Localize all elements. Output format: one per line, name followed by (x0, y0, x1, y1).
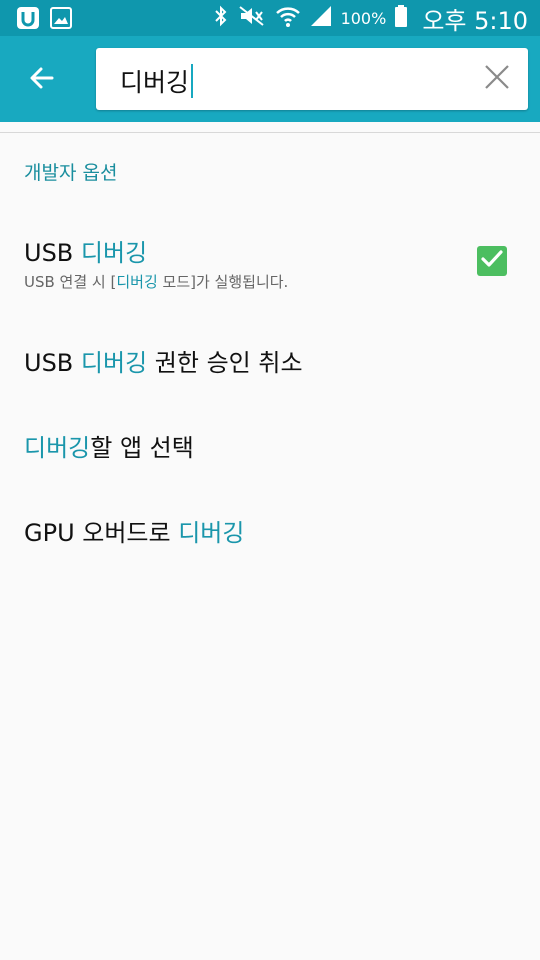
close-icon (484, 64, 510, 94)
text-caret (191, 64, 194, 98)
search-input[interactable]: 디버깅 (120, 58, 194, 104)
clear-search-button[interactable] (480, 62, 514, 96)
status-bar: 100% 오후 5:10 (0, 0, 540, 36)
search-input-value: 디버깅 (120, 68, 190, 97)
back-button[interactable] (20, 58, 64, 102)
app-u-icon (16, 6, 40, 34)
status-right: 100% 오후 5:10 (213, 0, 528, 36)
item-subtitle: USB 연결 시 [디버깅 모드]가 실행됩니다. (24, 273, 289, 291)
result-item-select-debug-app[interactable]: 디버깅할 앱 선택 (0, 410, 540, 480)
divider (0, 132, 540, 133)
battery-percent: 100% (340, 8, 387, 28)
arrow-left-icon (28, 64, 56, 96)
image-icon (50, 7, 72, 33)
battery-icon (394, 4, 408, 33)
usb-debugging-checkbox[interactable] (477, 246, 507, 276)
mute-icon (237, 4, 267, 33)
status-left (16, 6, 72, 34)
app-bar: 디버깅 (0, 36, 540, 122)
bluetooth-icon (213, 4, 229, 33)
result-item-usb-debugging[interactable]: USB 디버깅 USB 연결 시 [디버깅 모드]가 실행됩니다. (0, 225, 540, 305)
checkmark-icon (480, 247, 504, 275)
search-box[interactable]: 디버깅 (96, 48, 528, 110)
item-title: USB 디버깅 (24, 239, 148, 267)
signal-icon (309, 4, 333, 33)
result-item-revoke-usb-debugging[interactable]: USB 디버깅 권한 승인 취소 (0, 325, 540, 395)
wifi-icon (275, 4, 301, 33)
section-header-developer-options: 개발자 옵션 (24, 162, 118, 184)
item-title: USB 디버깅 권한 승인 취소 (24, 349, 303, 377)
result-item-gpu-overdraw[interactable]: GPU 오버드로 디버깅 (0, 495, 540, 565)
clock-time: 오후 5:10 (422, 6, 528, 35)
item-title: GPU 오버드로 디버깅 (24, 519, 245, 547)
item-title: 디버깅할 앱 선택 (24, 434, 194, 462)
